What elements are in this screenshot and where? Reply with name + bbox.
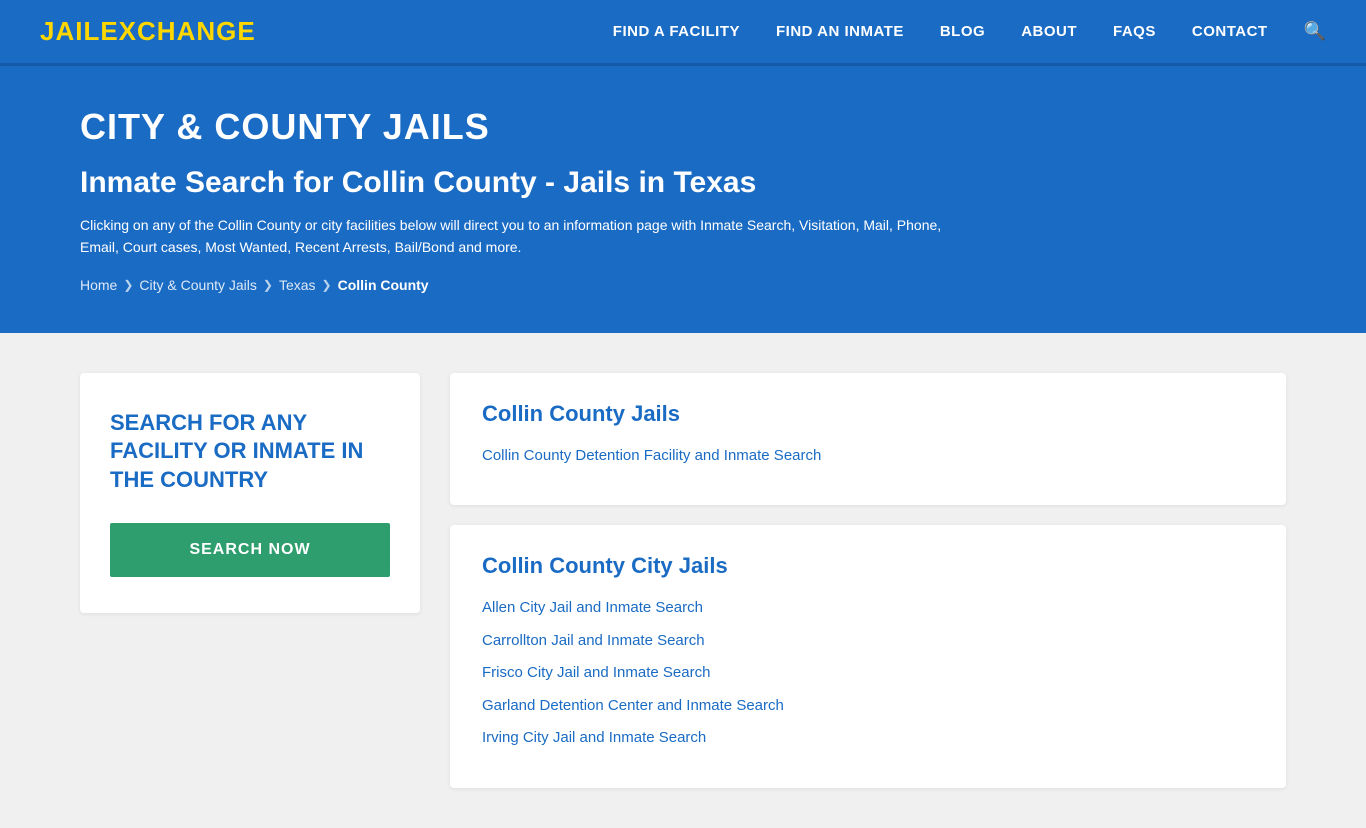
site-logo[interactable]: JAILEXCHANGE [40, 16, 256, 47]
breadcrumb-sep2: ❯ [263, 278, 273, 292]
frisco-city-jail-link[interactable]: Frisco City Jail and Inmate Search [482, 662, 1254, 685]
garland-detention-link[interactable]: Garland Detention Center and Inmate Sear… [482, 695, 1254, 718]
logo-part1: JAIL [40, 16, 100, 46]
county-jails-title: Collin County Jails [482, 401, 1254, 427]
breadcrumb-city-county[interactable]: City & County Jails [139, 277, 256, 293]
breadcrumb-sep3: ❯ [322, 278, 332, 292]
hero-description: Clicking on any of the Collin County or … [80, 214, 980, 259]
hero-category: CITY & COUNTY JAILS [80, 106, 1286, 148]
collin-county-detention-link[interactable]: Collin County Detention Facility and Inm… [482, 445, 1254, 468]
breadcrumb-state[interactable]: Texas [279, 277, 316, 293]
navbar: JAILEXCHANGE FIND A FACILITY FIND AN INM… [0, 0, 1366, 66]
hero-section: CITY & COUNTY JAILS Inmate Search for Co… [0, 66, 1366, 333]
nav-find-facility[interactable]: FIND A FACILITY [613, 23, 740, 40]
breadcrumb-home[interactable]: Home [80, 277, 117, 293]
breadcrumb-current: Collin County [338, 277, 429, 293]
county-jails-card: Collin County Jails Collin County Detent… [450, 373, 1286, 506]
jails-panel: Collin County Jails Collin County Detent… [450, 373, 1286, 788]
breadcrumb-sep1: ❯ [123, 278, 133, 292]
nav-faqs[interactable]: FAQs [1113, 23, 1156, 40]
search-panel: SEARCH FOR ANY FACILITY OR INMATE IN THE… [80, 373, 420, 613]
search-promo-text: SEARCH FOR ANY FACILITY OR INMATE IN THE… [110, 409, 390, 495]
city-jails-card: Collin County City Jails Allen City Jail… [450, 525, 1286, 788]
nav-contact[interactable]: CONTACT [1192, 23, 1268, 40]
allen-city-jail-link[interactable]: Allen City Jail and Inmate Search [482, 597, 1254, 620]
nav-links: FIND A FACILITY FIND AN INMATE BLOG ABOU… [613, 21, 1326, 42]
content-area: SEARCH FOR ANY FACILITY OR INMATE IN THE… [0, 333, 1366, 828]
breadcrumb: Home ❯ City & County Jails ❯ Texas ❯ Col… [80, 277, 1286, 293]
search-icon[interactable]: 🔍 [1304, 21, 1326, 42]
irving-city-jail-link[interactable]: Irving City Jail and Inmate Search [482, 727, 1254, 750]
nav-blog[interactable]: BLOG [940, 23, 985, 40]
logo-part2: EXCHANGE [100, 16, 255, 46]
hero-title: Inmate Search for Collin County - Jails … [80, 166, 1286, 200]
city-jails-title: Collin County City Jails [482, 553, 1254, 579]
search-now-button[interactable]: SEARCH NOW [110, 523, 390, 577]
carrollton-jail-link[interactable]: Carrollton Jail and Inmate Search [482, 630, 1254, 653]
nav-about[interactable]: ABOUT [1021, 23, 1077, 40]
nav-find-inmate[interactable]: FIND AN INMATE [776, 23, 904, 40]
